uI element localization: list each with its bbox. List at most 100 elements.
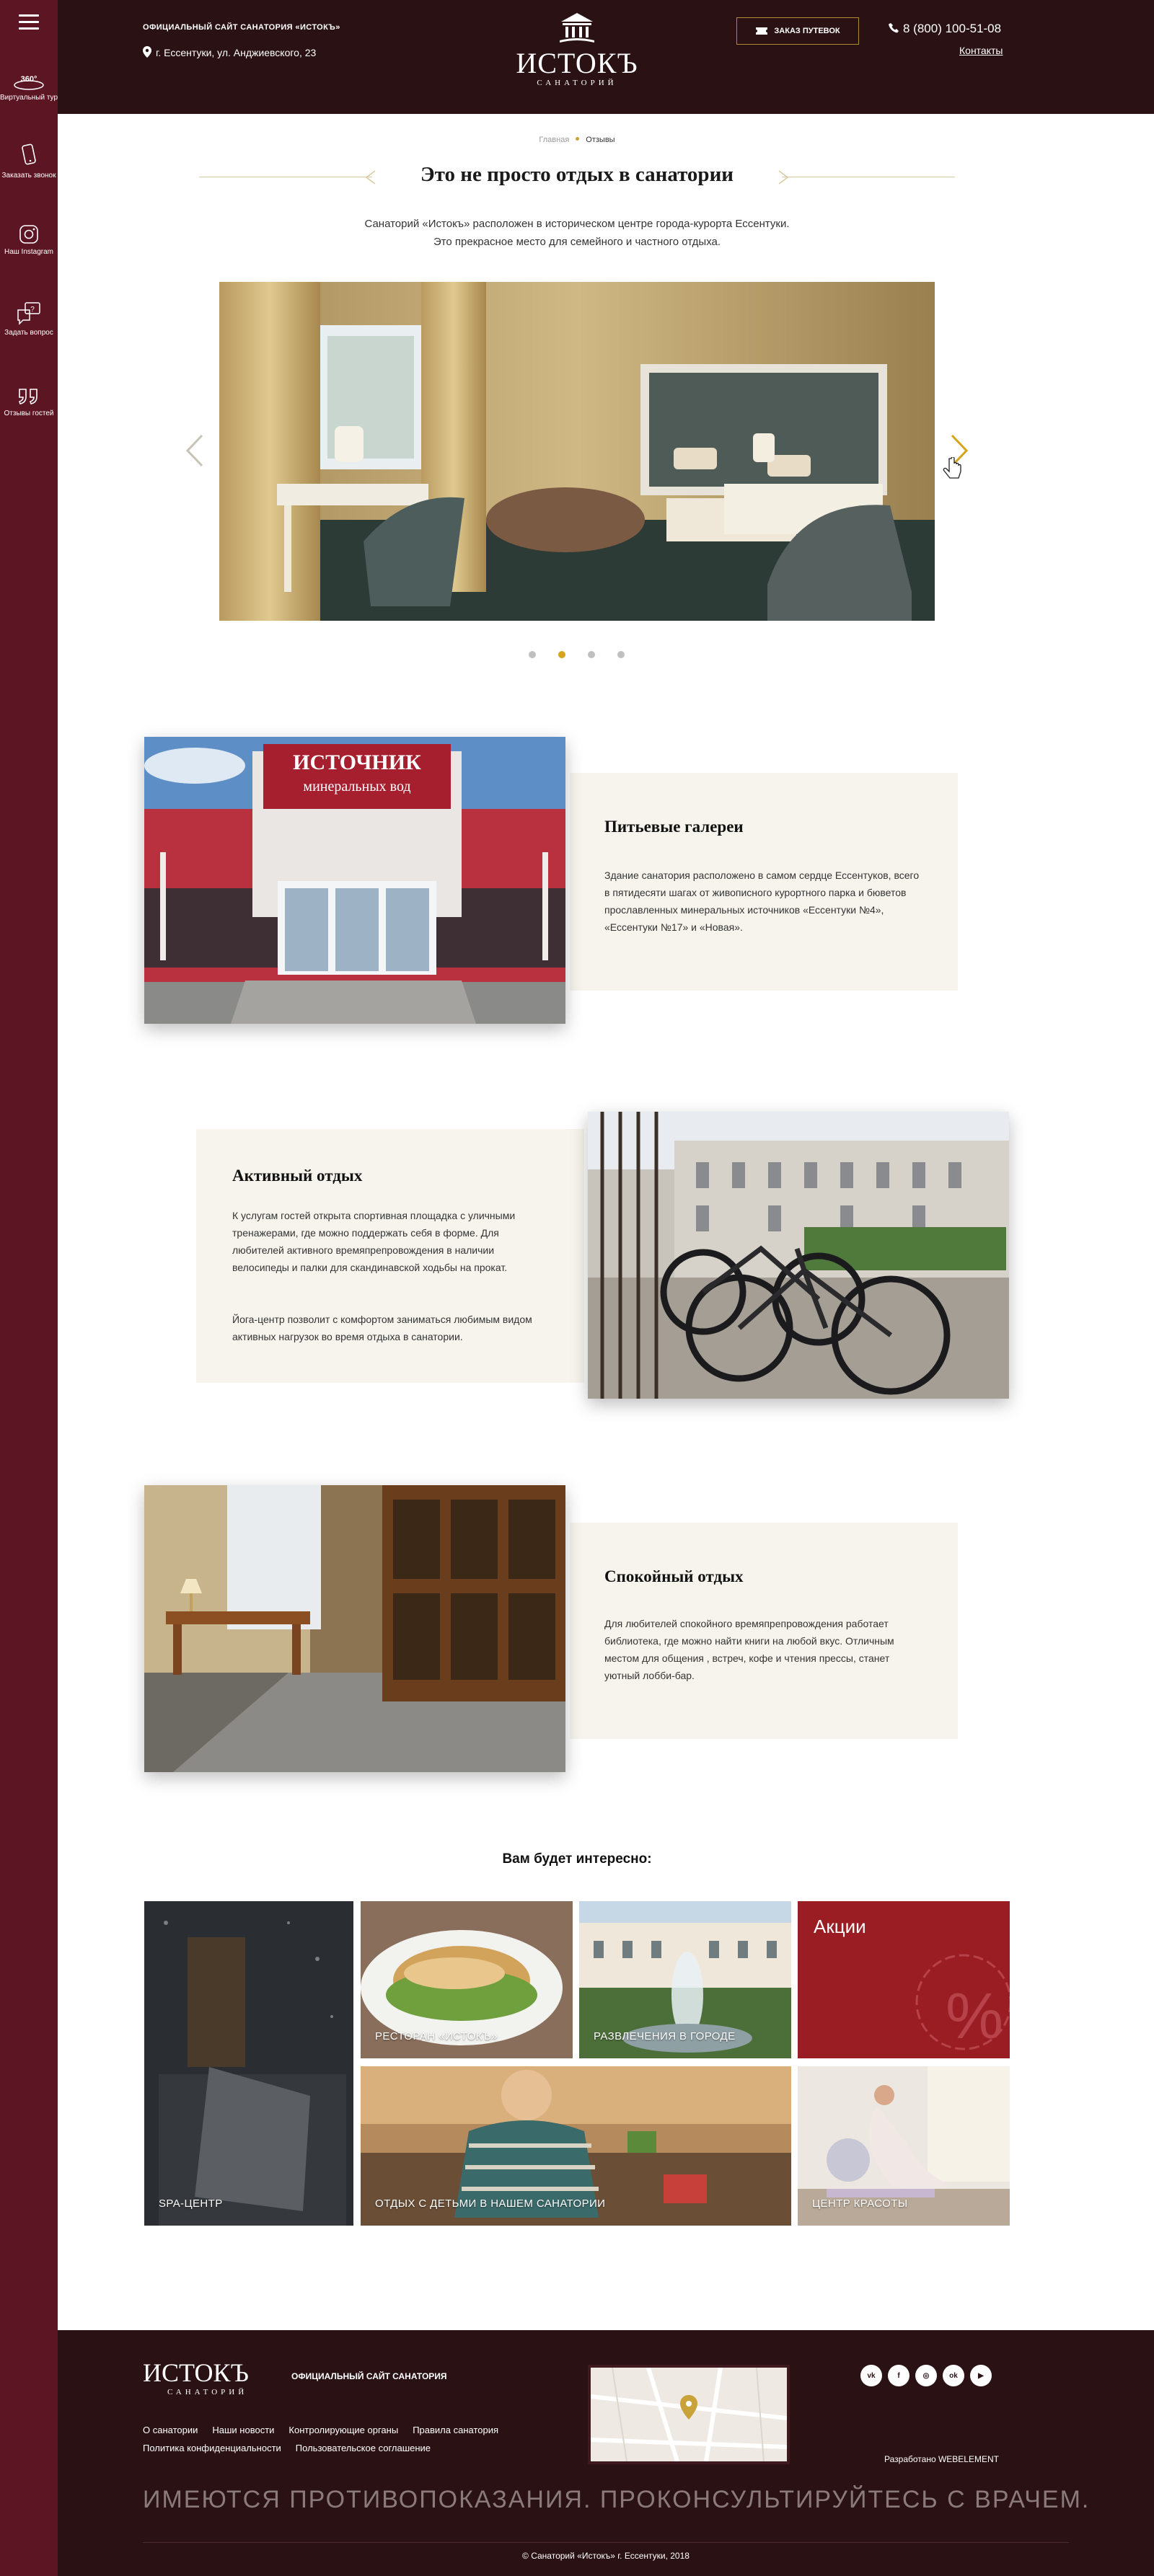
logo[interactable]: ИСТОКЪ САНАТОРИЙ <box>512 12 642 87</box>
sidebar: 360° Виртуальный тур Заказать звонок Наш… <box>0 0 58 2576</box>
intro-line-2: Это прекрасное место для семейного и час… <box>433 236 721 248</box>
instagram-icon <box>19 225 38 244</box>
slider-pagination <box>529 651 625 658</box>
question-icon: ? <box>17 302 40 325</box>
copyright: © Санаторий «Истокъ» г. Ессентуки, 2018 <box>522 2551 690 2561</box>
sidebar-item-label: Наш Instagram <box>4 248 54 256</box>
tile-beauty-center[interactable]: ЦЕНТР КРАСОТЫ <box>798 2066 1010 2226</box>
sidebar-item-ask-question[interactable]: ? Задать вопрос <box>0 301 58 337</box>
tile-promotions[interactable]: % Акции <box>798 1901 1010 2058</box>
address-text: г. Ессентуки, ул. Анджиевского, 23 <box>156 47 317 58</box>
breadcrumb: Главная Отзывы <box>0 136 1154 144</box>
sidebar-item-label: Виртуальный тур <box>0 94 58 102</box>
promotions-title: Акции <box>814 1916 866 1937</box>
contacts-link[interactable]: Контакты <box>959 45 1003 56</box>
phone-number[interactable]: 8 (800) 100-51-08 <box>889 22 1001 36</box>
sidebar-item-reviews[interactable]: Отзывы гостей <box>0 386 58 418</box>
phone-text: 8 (800) 100-51-08 <box>903 22 1002 35</box>
360-badge: 360° <box>21 75 38 84</box>
tile-label: ЦЕНТР КРАСОТЫ <box>812 2197 908 2210</box>
footer-link-authorities[interactable]: Контролирующие органы <box>288 2425 398 2435</box>
tile-label: РАЗВЛЕЧЕНИЯ В ГОРОДЕ <box>594 2030 736 2042</box>
contraindications-warning: ИМЕЮТСЯ ПРОТИВОПОКАЗАНИЯ. ПРОКОНСУЛЬТИРУ… <box>143 2486 1091 2513</box>
order-vouchers-button[interactable]: ЗАКАЗ ПУТЕВОК <box>736 17 859 45</box>
svg-text:?: ? <box>30 306 35 314</box>
facebook-icon[interactable]: f <box>888 2365 909 2386</box>
intro-text: Санаторий «Истокъ» расположен в историче… <box>274 215 880 251</box>
breadcrumb-separator <box>576 137 580 141</box>
slider-dot[interactable] <box>529 651 536 658</box>
feature-image-active-rest <box>588 1112 1009 1399</box>
footer-link-about[interactable]: О санатории <box>143 2425 198 2435</box>
logo-name: ИСТОКЪ <box>516 47 638 79</box>
header: ОФИЦИАЛЬНЫЙ САЙТ САНАТОРИЯ «ИСТОКЪ» г. Е… <box>58 0 1154 114</box>
interest-heading: Вам будет интересно: <box>502 1851 652 1867</box>
footer-logo-name[interactable]: ИСТОКЪ <box>143 2359 249 2386</box>
tile-city-entertainment[interactable]: РАЗВЛЕЧЕНИЯ В ГОРОДЕ <box>579 1901 791 2058</box>
official-site-label: ОФИЦИАЛЬНЫЙ САЙТ САНАТОРИЯ «ИСТОКЪ» <box>143 23 340 32</box>
footer: ИСТОКЪ САНАТОРИЙ ОФИЦИАЛЬНЫЙ САЙТ САНАТО… <box>58 2330 1154 2576</box>
footer-divider <box>143 2542 1069 2543</box>
breadcrumb-current: Отзывы <box>586 136 615 144</box>
instagram-icon[interactable]: ◎ <box>915 2365 937 2386</box>
slider-prev-chevron-left-icon[interactable] <box>183 433 205 469</box>
hamburger-menu-icon[interactable] <box>19 14 39 30</box>
developer-credit[interactable]: Разработано WEBELEMENT <box>884 2454 999 2464</box>
feature-image-drinking-galleries: ИСТОЧНИК минеральных вод <box>144 737 565 1024</box>
quote-icon <box>18 389 38 404</box>
tile-restaurant[interactable]: РЕСТОРАН «ИСТОКЪ» <box>361 1901 573 2058</box>
order-vouchers-label: ЗАКАЗ ПУТЕВОК <box>774 27 840 35</box>
room-photo-slide[interactable] <box>219 282 935 621</box>
tile-spa-center[interactable]: SPA-ЦЕНТР <box>144 1901 353 2226</box>
cursor-hand-icon <box>943 457 961 479</box>
youtube-icon[interactable]: ▶ <box>970 2365 992 2386</box>
ticket-icon <box>756 27 768 35</box>
slider-dot[interactable] <box>588 651 595 658</box>
feature-title: Активный отдых <box>232 1167 363 1185</box>
vk-icon[interactable]: vk <box>860 2365 882 2386</box>
sidebar-item-virtual-tour[interactable]: 360° Виртуальный тур <box>0 72 58 102</box>
sidebar-item-label: Задать вопрос <box>4 329 53 337</box>
percent-badge-icon: % <box>915 1954 1010 2053</box>
footer-link-rules[interactable]: Правила санатория <box>413 2425 498 2435</box>
title-ornament-right-icon <box>778 170 789 185</box>
phone-icon <box>889 23 899 33</box>
sidebar-item-instagram[interactable]: Наш Instagram <box>0 223 58 257</box>
tile-label: ОТДЫХ С ДЕТЬМИ В НАШЕМ САНАТОРИИ <box>375 2197 606 2210</box>
feature-image-quiet-rest <box>144 1485 565 1772</box>
feature-text: Здание санатория расположено в самом сер… <box>604 869 920 933</box>
social-links: vk f ◎ ok ▶ <box>860 2365 992 2386</box>
footer-map[interactable] <box>588 2365 790 2464</box>
page-title: Это не просто отдых в санатории <box>420 163 734 186</box>
feature-title: Питьевые галереи <box>604 818 744 836</box>
logo-building-icon <box>560 13 594 43</box>
logo-subtitle: САНАТОРИЙ <box>537 79 617 87</box>
location-pin-icon <box>143 46 151 58</box>
page-title-block: Это не просто отдых в санатории <box>199 163 955 192</box>
footer-link-privacy[interactable]: Политика конфиденциальности <box>143 2443 281 2453</box>
feature-text: Для любителей спокойного времяпрепровожд… <box>604 1618 894 1681</box>
odnoklassniki-icon[interactable]: ok <box>943 2365 964 2386</box>
footer-links-row-2: Политика конфиденциальности Пользователь… <box>143 2443 431 2453</box>
address: г. Ессентуки, ул. Анджиевского, 23 <box>143 46 316 58</box>
sidebar-item-label: Отзывы гостей <box>4 410 54 417</box>
footer-links-row-1: О санатории Наши новости Контролирующие … <box>143 2425 498 2435</box>
tile-label: РЕСТОРАН «ИСТОКЪ» <box>375 2030 498 2042</box>
feature-text: К услугам гостей открыта спортивная площ… <box>232 1210 516 1273</box>
footer-link-terms[interactable]: Пользовательское соглашение <box>296 2443 431 2453</box>
hotel-room-image <box>219 282 935 621</box>
slider-dot-active[interactable] <box>558 651 565 658</box>
footer-logo-subtitle: САНАТОРИЙ <box>167 2388 248 2396</box>
map-image <box>591 2368 787 2461</box>
footer-link-news[interactable]: Наши новости <box>212 2425 274 2435</box>
sidebar-item-label: Заказать звонок <box>1 172 56 180</box>
breadcrumb-home[interactable]: Главная <box>539 136 569 144</box>
phone-icon <box>22 143 36 165</box>
percent-symbol: % <box>946 1980 1003 2053</box>
fountain-sign-line2: минеральных вод <box>303 779 410 795</box>
fountain-sign-line1: ИСТОЧНИК <box>293 751 421 774</box>
intro-line-1: Санаторий «Истокъ» расположен в историче… <box>364 218 790 230</box>
sidebar-item-callback[interactable]: Заказать звонок <box>0 143 58 180</box>
tile-kids-rest[interactable]: ОТДЫХ С ДЕТЬМИ В НАШЕМ САНАТОРИИ <box>361 2066 791 2226</box>
slider-dot[interactable] <box>617 651 625 658</box>
